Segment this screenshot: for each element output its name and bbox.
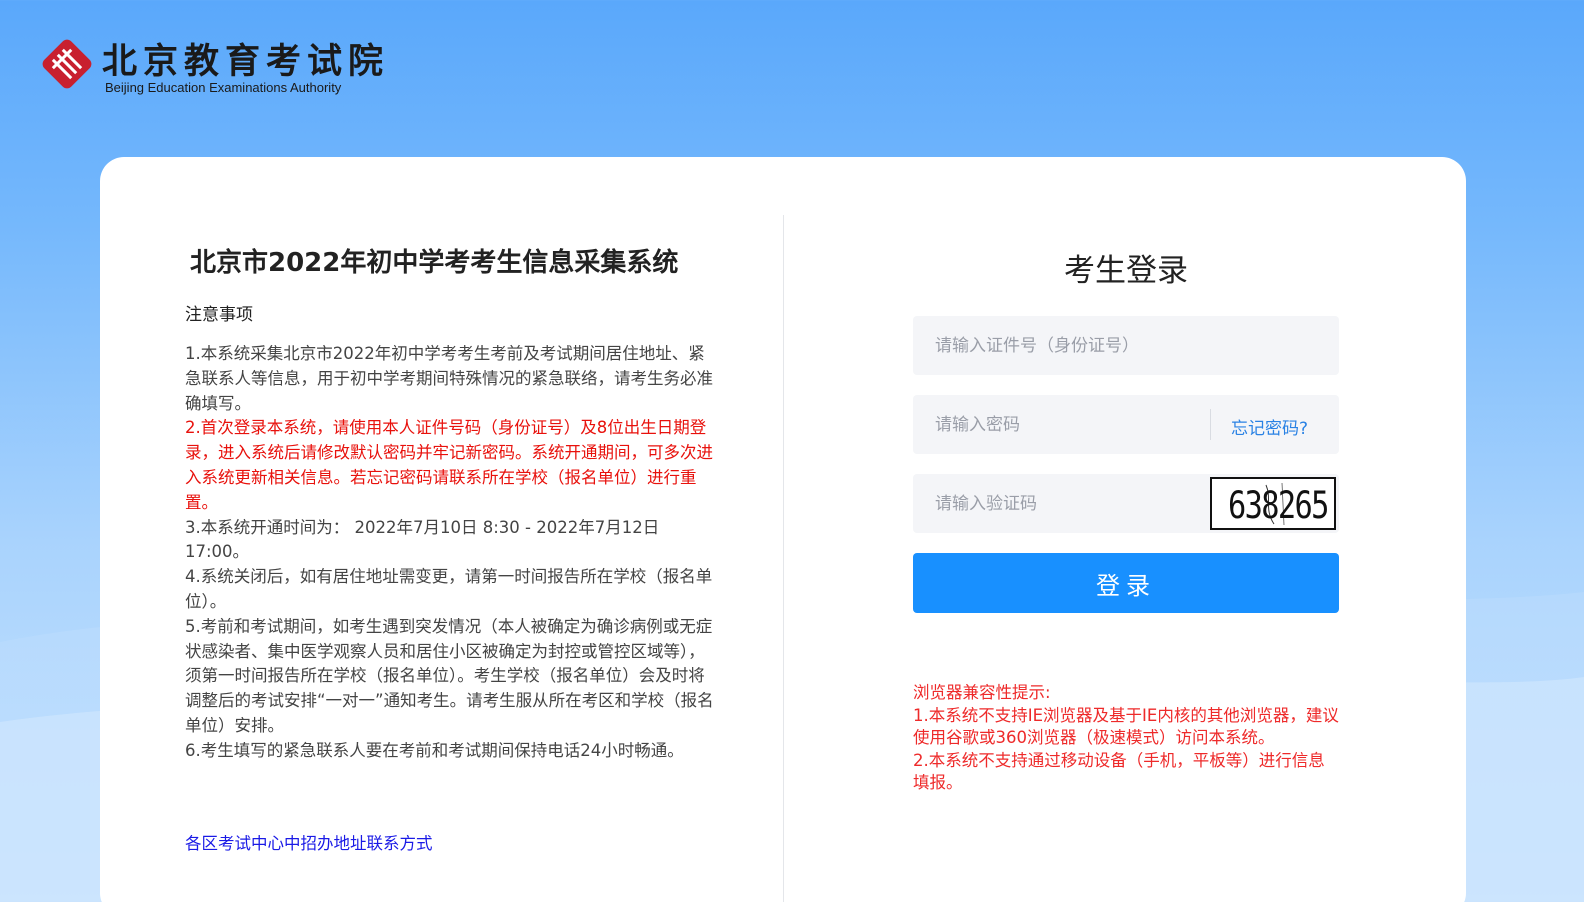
card-divider [783, 215, 784, 902]
district-contacts-link[interactable]: 各区考试中心中招办地址联系方式 [185, 830, 433, 854]
login-card: 北京市2022年初中学考考生信息采集系统 注意事项 1.本系统采集北京市2022… [100, 157, 1466, 902]
browser-compat-notice: 浏览器兼容性提示: 1.本系统不支持IE浏览器及基于IE内核的其他浏览器，建议使… [913, 682, 1339, 795]
compat-item: 1.本系统不支持IE浏览器及基于IE内核的其他浏览器，建议使用谷歌或360浏览器… [913, 705, 1339, 748]
field-separator [1210, 409, 1211, 440]
logo-title-en: Beijing Education Examinations Authority [105, 80, 342, 95]
logo-title-cn: 北京教育考试院 [102, 41, 390, 82]
captcha-image[interactable]: 638265 [1210, 477, 1336, 530]
notice-list: 1.本系统采集北京市2022年初中学考考生考前及考试期间居住地址、紧急联系人等信… [185, 342, 720, 764]
system-title: 北京市2022年初中学考考生信息采集系统 [190, 248, 679, 278]
notice-item: 1.本系统采集北京市2022年初中学考考生考前及考试期间居住地址、紧急联系人等信… [185, 344, 713, 413]
beea-logo-icon [42, 39, 92, 89]
password-input[interactable] [913, 395, 1193, 454]
notice-heading: 注意事项 [185, 305, 253, 325]
compat-heading: 浏览器兼容性提示: [913, 683, 1051, 702]
notice-item-important: 2.首次登录本系统，请使用本人证件号码（身份证号）及8位出生日期登录，进入系统后… [185, 418, 713, 512]
compat-item: 2.本系统不支持通过移动设备（手机，平板等）进行信息填报。 [913, 750, 1325, 793]
forgot-password-link[interactable]: 忘记密码? [1231, 414, 1308, 439]
notice-item: 3.本系统开通时间为： 2022年7月10日 8:30 - 2022年7月12日… [185, 517, 660, 562]
captcha-field: 638265 [913, 474, 1339, 533]
id-number-input[interactable] [913, 316, 1333, 375]
captcha-input[interactable] [913, 474, 1193, 533]
id-number-field [913, 316, 1339, 375]
password-field: 忘记密码? [913, 395, 1339, 454]
captcha-text: 638265 [1228, 484, 1329, 527]
login-button[interactable]: 登录 [913, 553, 1339, 613]
notice-item: 5.考前和考试期间，如考生遇到突发情况（本人被确定为确诊病例或无症状感染者、集中… [185, 616, 714, 735]
notice-item: 4.系统关闭后，如有居住地址需变更，请第一时间报告所在学校（报名单位）。 [185, 567, 713, 611]
notice-item: 6.考生填写的紧急联系人要在考前和考试期间保持电话24小时畅通。 [185, 740, 684, 760]
login-title: 考生登录 [1064, 253, 1188, 289]
